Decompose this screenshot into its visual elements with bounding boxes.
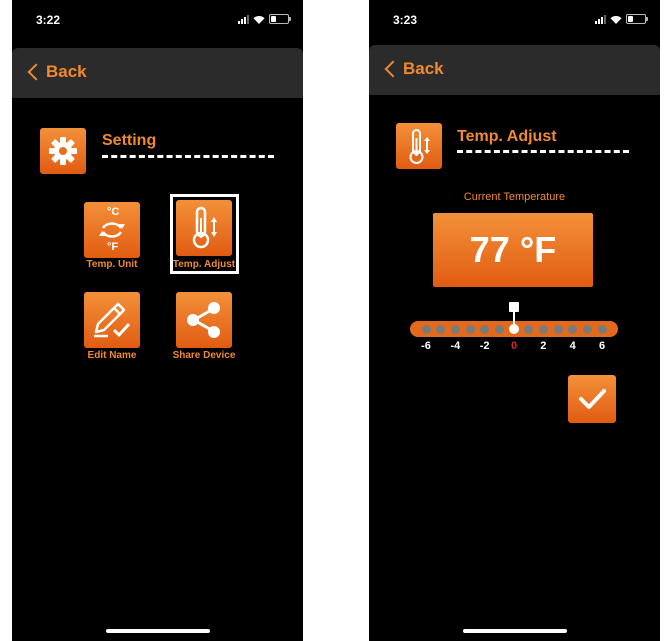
slider-step-dot — [494, 325, 504, 334]
signal-icon — [238, 14, 249, 24]
battery-icon — [269, 14, 291, 24]
wifi-icon — [610, 15, 622, 24]
battery-icon — [626, 14, 648, 24]
pencil-check-icon — [94, 302, 131, 338]
thermometer-adjust-icon — [192, 206, 217, 249]
status-time: 3:23 — [393, 13, 418, 27]
confirm-button[interactable] — [568, 375, 616, 423]
share-device-label: Share Device — [172, 350, 236, 361]
home-indicator[interactable] — [462, 629, 567, 633]
slider-step-dot — [597, 325, 607, 334]
wifi-icon — [253, 15, 265, 24]
slider-step-dot — [421, 325, 431, 334]
slider-step-dot — [582, 325, 592, 334]
slider-thumb-handle[interactable] — [509, 302, 519, 312]
slider-step-dot — [553, 325, 563, 334]
title-underline — [457, 150, 629, 153]
offset-tick-label: 6 — [598, 340, 606, 352]
slider-step-dot — [465, 325, 475, 334]
signal-icon — [595, 14, 606, 24]
slider-step-dot — [538, 325, 548, 334]
status-icons — [238, 14, 291, 24]
status-time: 3:22 — [36, 13, 61, 27]
page-title: Setting — [102, 132, 157, 149]
title-underline — [102, 155, 274, 158]
offset-tick-label: -2 — [479, 340, 490, 352]
navigation-bar: Back — [369, 45, 660, 95]
back-label: Back — [46, 62, 87, 81]
back-button[interactable]: Back — [383, 59, 444, 79]
temp-unit-tile[interactable]: °C °F — [84, 202, 140, 258]
chevron-left-icon — [384, 60, 402, 78]
current-temperature-display: 77 °F — [433, 213, 593, 287]
slider-step-dot — [524, 325, 534, 334]
slider-step-dot — [568, 325, 578, 334]
offset-tick-label: 0 — [510, 340, 518, 352]
home-indicator[interactable] — [105, 629, 210, 633]
gear-icon — [40, 128, 86, 174]
offset-tick-label: -6 — [421, 340, 431, 352]
edit-name-label: Edit Name — [87, 350, 137, 361]
celsius-glyph: °C — [107, 206, 120, 218]
back-label: Back — [403, 59, 444, 78]
current-temperature-label: Current Temperature — [463, 191, 566, 203]
page-title: Temp. Adjust — [457, 128, 557, 145]
share-icon — [187, 302, 220, 338]
fahrenheit-glyph: °F — [107, 241, 119, 253]
temp-adjust-label: Temp. Adjust — [172, 259, 236, 270]
back-button[interactable]: Back — [26, 62, 87, 82]
checkmark-icon — [579, 389, 606, 409]
edit-name-tile[interactable] — [84, 292, 140, 348]
slider-step-dot — [480, 325, 490, 334]
offset-tick-label: 2 — [540, 340, 547, 352]
temp-unit-label: Temp. Unit — [86, 259, 138, 270]
status-bar: 3:23 — [369, 0, 660, 38]
offset-tick-label: 4 — [569, 340, 576, 352]
navigation-bar: Back — [12, 48, 303, 98]
offset-tick-label: -4 — [450, 340, 461, 352]
settings-screen: 3:22 Back Setting °C °F Temp. Unit Temp.… — [12, 0, 303, 641]
share-device-tile[interactable] — [176, 292, 232, 348]
status-bar: 3:22 — [12, 0, 303, 38]
slider-thumb-knob[interactable] — [509, 324, 519, 334]
status-icons — [595, 14, 648, 24]
chevron-left-icon — [27, 63, 45, 81]
temp-adjust-screen: 3:23 Back Temp. Adjust Current Temperatu… — [369, 0, 660, 641]
slider-step-dot — [450, 325, 460, 334]
temp-adjust-tile[interactable] — [176, 200, 232, 256]
thermometer-adjust-icon — [396, 123, 442, 169]
slider-step-dot — [436, 325, 446, 334]
